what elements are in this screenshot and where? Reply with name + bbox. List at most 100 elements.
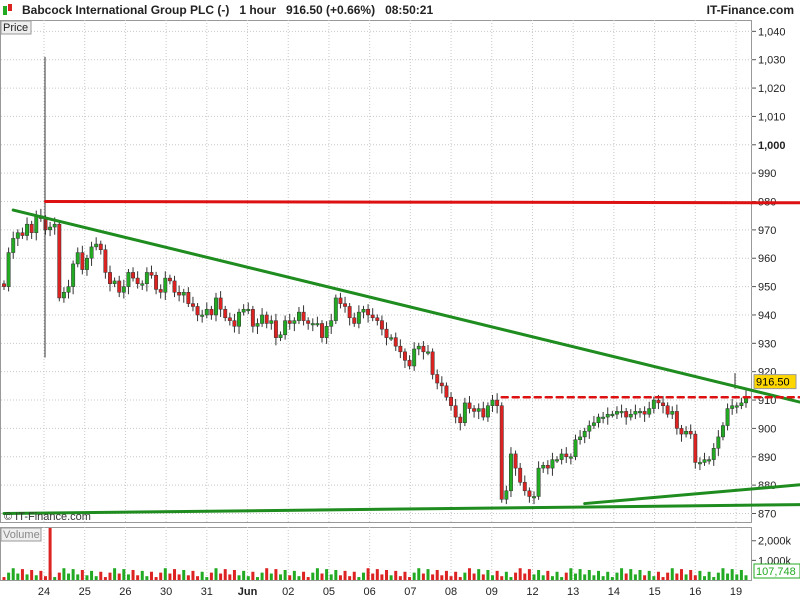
candle-down bbox=[384, 328, 389, 338]
candle-down bbox=[642, 411, 647, 415]
candle-down bbox=[661, 402, 665, 406]
volume-bar bbox=[126, 574, 130, 580]
time-tick-label: 13 bbox=[567, 586, 579, 598]
volume-bar bbox=[532, 574, 536, 580]
volume-bar bbox=[578, 569, 582, 580]
candle-up bbox=[52, 223, 57, 228]
volume-bar bbox=[30, 569, 34, 580]
price-tick-label: 950 bbox=[758, 282, 776, 294]
volume-bar bbox=[523, 573, 527, 580]
candle-up bbox=[260, 314, 265, 324]
volume-bar bbox=[385, 569, 389, 580]
candle-up bbox=[605, 413, 610, 418]
last-price-label: 916.50 bbox=[756, 377, 790, 389]
volume-bar bbox=[652, 576, 656, 580]
candle-up bbox=[582, 430, 587, 438]
candle-up bbox=[587, 425, 592, 432]
time-tick-label: 06 bbox=[364, 586, 376, 598]
volume-bar bbox=[481, 574, 485, 580]
time-tick-label: 12 bbox=[526, 586, 538, 598]
candle-down bbox=[499, 405, 504, 500]
candle-up bbox=[416, 345, 421, 350]
volume-bar bbox=[269, 573, 273, 580]
volume-bar bbox=[444, 570, 448, 580]
volume-bar bbox=[352, 571, 356, 580]
price-tick-label: 940 bbox=[758, 310, 776, 322]
volume-bar bbox=[39, 570, 43, 580]
volume-bar bbox=[260, 572, 264, 580]
volume-bar bbox=[684, 574, 688, 580]
candle-up bbox=[241, 309, 246, 313]
candle-down bbox=[273, 320, 278, 338]
candle-up bbox=[163, 277, 168, 293]
volume-bar bbox=[730, 569, 734, 580]
candle-up bbox=[541, 465, 546, 469]
candle-down bbox=[375, 317, 380, 321]
price-tick-label: 900 bbox=[758, 423, 776, 435]
candle-down bbox=[527, 490, 532, 497]
candle-down bbox=[172, 280, 177, 293]
volume-bar bbox=[569, 568, 573, 580]
volume-bar bbox=[242, 570, 246, 580]
candle-up bbox=[6, 252, 11, 287]
time-tick-label: 09 bbox=[486, 586, 498, 598]
volume-bar bbox=[311, 572, 315, 580]
candle-down bbox=[287, 320, 292, 324]
candle-down bbox=[688, 430, 693, 435]
price-tick-label: 960 bbox=[758, 253, 776, 265]
candle-up bbox=[11, 238, 16, 253]
candle-down bbox=[29, 223, 34, 233]
volume-bar bbox=[454, 571, 458, 580]
volume-bar bbox=[629, 569, 633, 580]
candle-up bbox=[412, 348, 417, 367]
candle-down bbox=[186, 292, 191, 304]
candle-up bbox=[509, 453, 513, 492]
candle-down bbox=[366, 309, 371, 316]
candle-up bbox=[619, 411, 624, 414]
volume-bar bbox=[555, 571, 559, 580]
candle-up bbox=[697, 462, 702, 465]
volume-bar bbox=[495, 570, 499, 580]
candle-up bbox=[610, 413, 615, 416]
volume-bar bbox=[735, 574, 739, 580]
candle-up bbox=[140, 283, 145, 286]
volume-bar bbox=[209, 572, 213, 580]
volume-bar bbox=[186, 575, 190, 580]
price-tick-label: 870 bbox=[758, 508, 776, 520]
volume-bar bbox=[421, 573, 425, 580]
candle-up bbox=[615, 411, 619, 415]
candle-up bbox=[573, 439, 578, 458]
candle-up bbox=[329, 320, 334, 327]
candle-down bbox=[693, 433, 698, 463]
candle-up bbox=[550, 459, 555, 469]
last-volume-label: 107,748 bbox=[756, 566, 796, 578]
candle-up bbox=[702, 459, 707, 463]
candle-up bbox=[361, 309, 366, 313]
volume-bar bbox=[255, 577, 259, 580]
candle-down bbox=[223, 309, 228, 319]
volume-bar bbox=[149, 571, 153, 580]
volume-bar bbox=[279, 574, 283, 580]
volume-bar bbox=[426, 569, 430, 580]
volume-bar bbox=[145, 576, 149, 580]
volume-bar bbox=[560, 577, 564, 580]
candle-up bbox=[485, 405, 490, 418]
time-tick-label: 24 bbox=[38, 586, 50, 598]
volume-bar bbox=[403, 571, 407, 580]
volume-bar bbox=[693, 575, 697, 580]
candle-up bbox=[324, 326, 329, 338]
candle-down bbox=[149, 272, 154, 276]
candle-up bbox=[601, 416, 606, 419]
candle-up bbox=[144, 272, 149, 285]
volume-bar bbox=[633, 574, 637, 580]
candle-up bbox=[204, 309, 209, 316]
candle-up bbox=[246, 309, 251, 312]
volume-bar bbox=[357, 577, 361, 580]
volume-bar bbox=[67, 573, 71, 580]
volume-bar bbox=[99, 571, 103, 580]
volume-bar bbox=[606, 571, 610, 580]
time-tick-label: 02 bbox=[282, 586, 294, 598]
time-tick-label: Jun bbox=[238, 586, 258, 598]
price-pane bbox=[0, 20, 752, 523]
time-tick-label: 26 bbox=[119, 586, 131, 598]
